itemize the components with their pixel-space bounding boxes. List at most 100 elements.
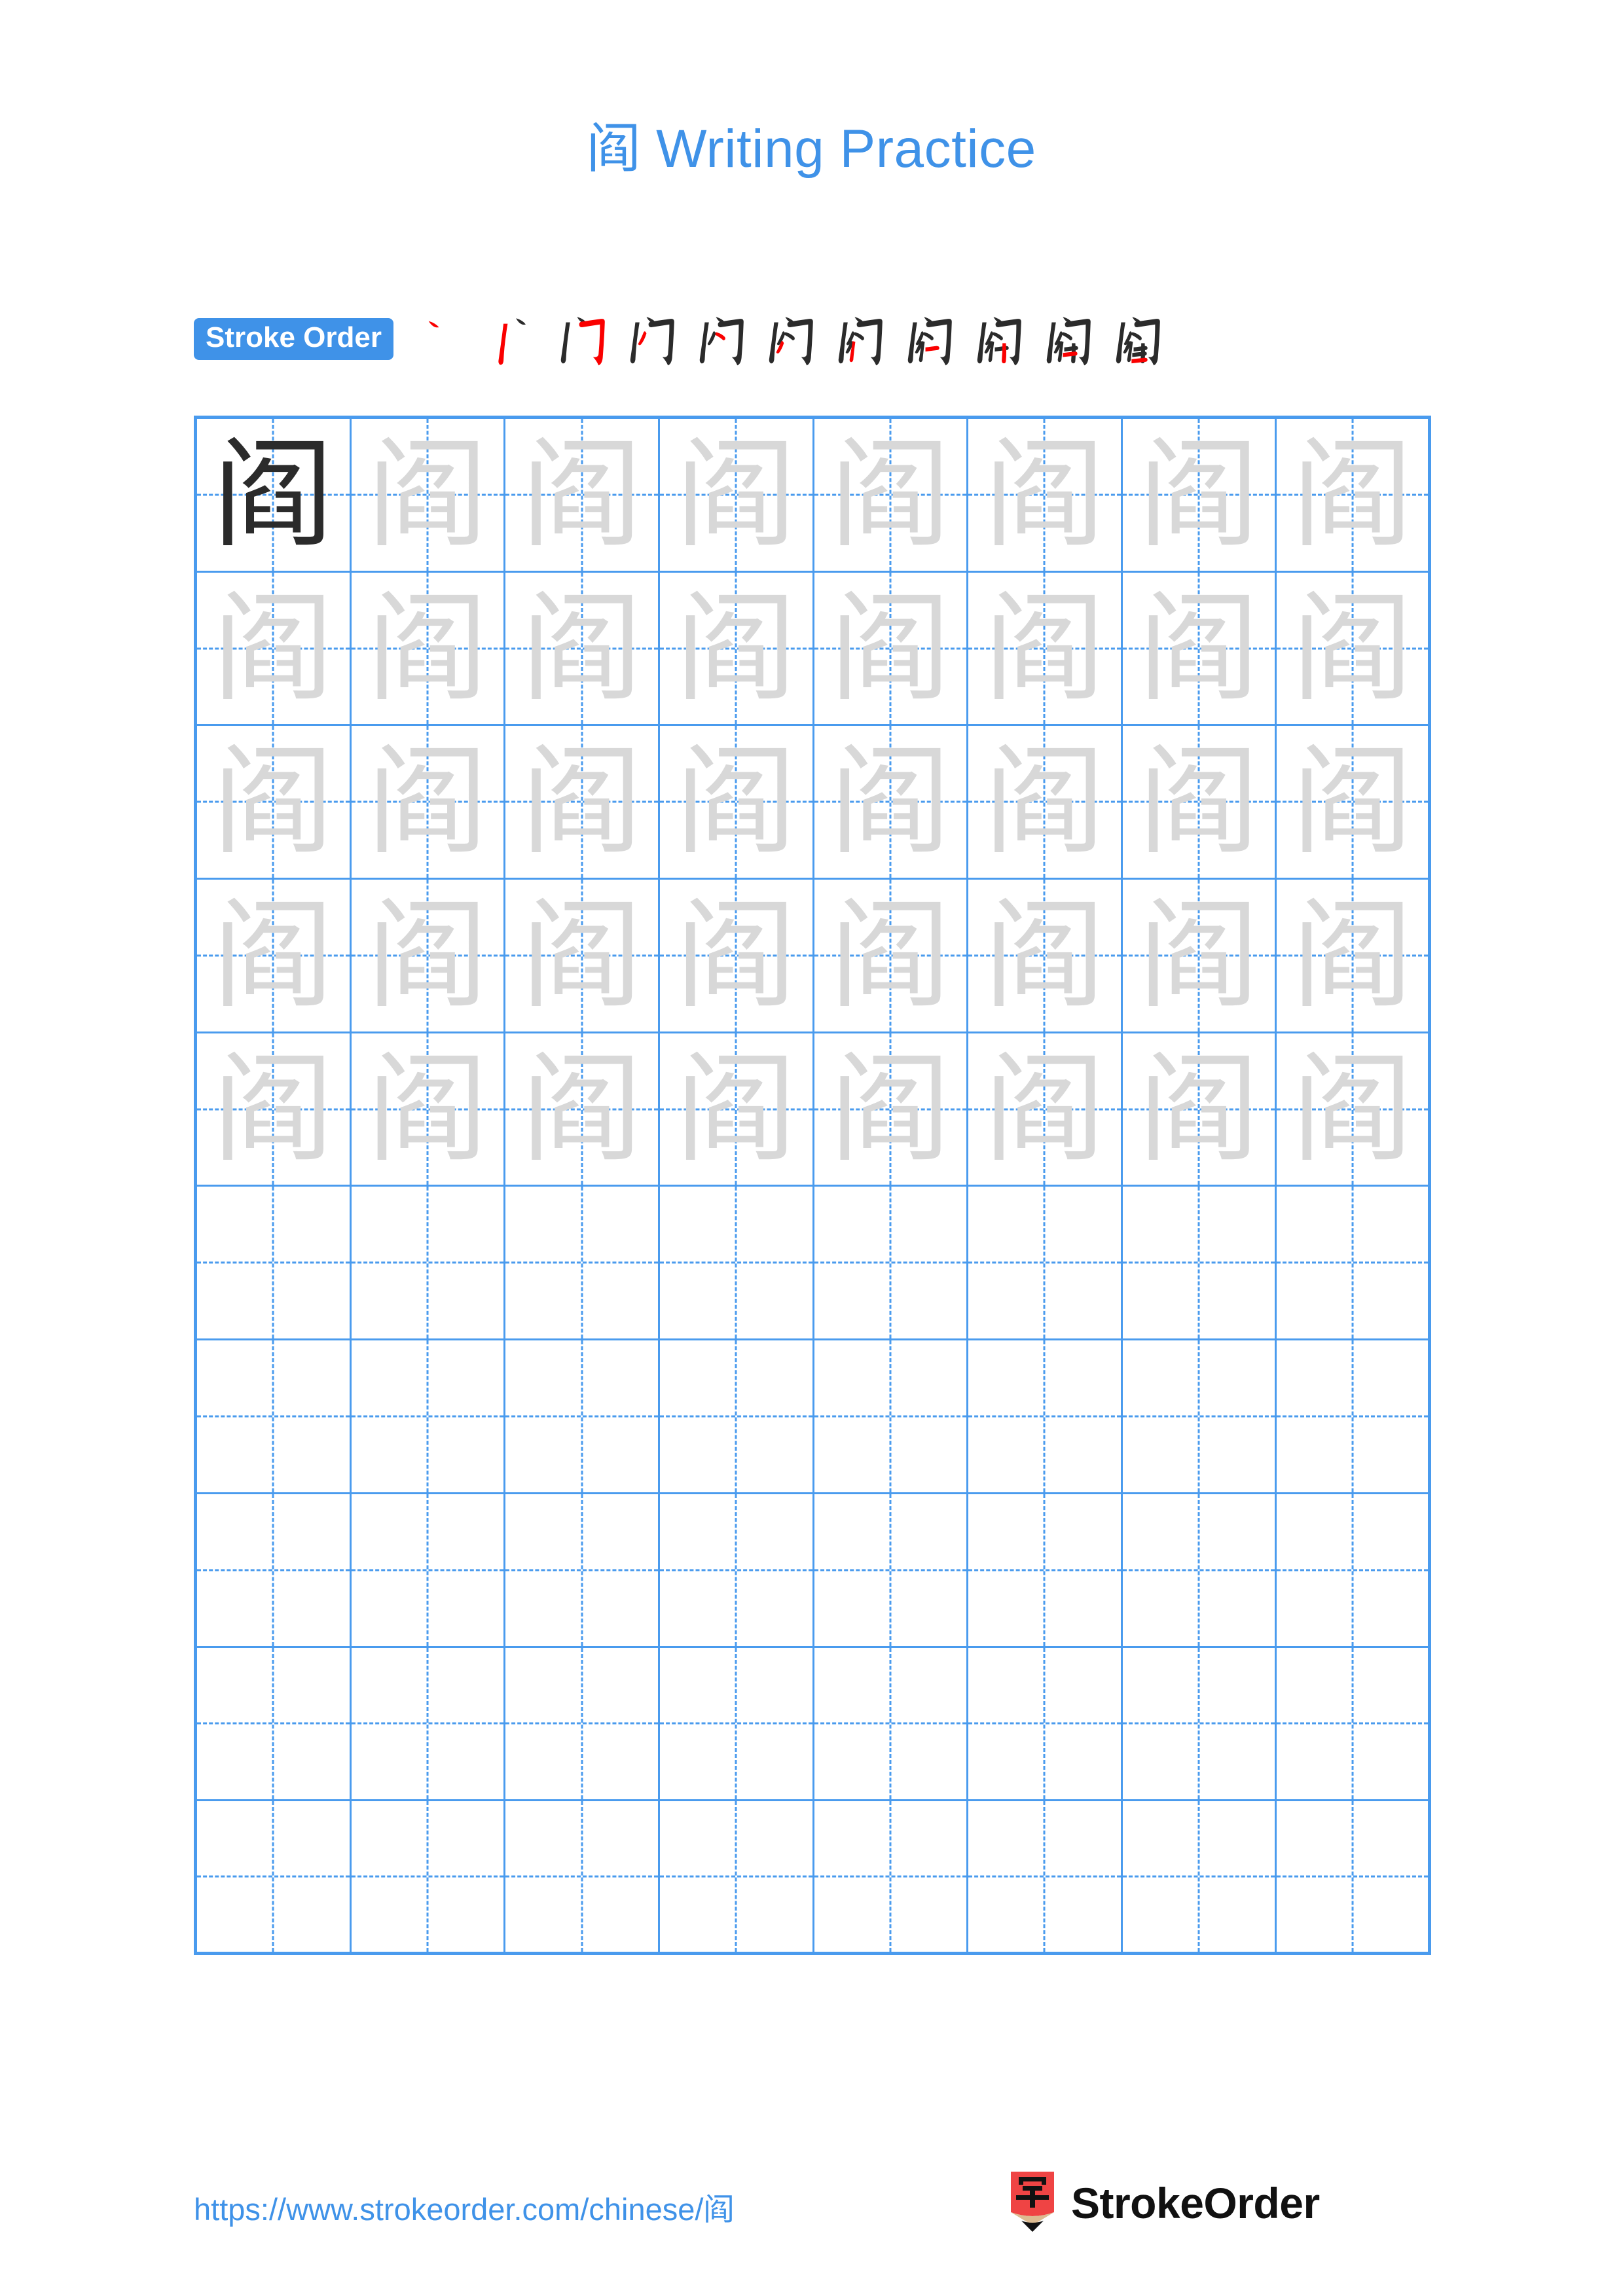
practice-cell-r3-c3[interactable]: 阎 [505,726,660,880]
practice-cell-r4-c1[interactable]: 阎 [197,880,352,1033]
practice-cell-r9-c6[interactable] [968,1647,1123,1802]
practice-cell-r6-c6[interactable] [968,1187,1123,1341]
practice-cell-r1-c1[interactable]: 阎 [197,419,352,573]
practice-cell-r6-c7[interactable] [1122,1187,1277,1341]
practice-cell-r1-c6[interactable]: 阎 [968,419,1123,573]
practice-cell-r3-c8[interactable]: 阎 [1277,726,1431,880]
practice-cell-r8-c1[interactable] [197,1494,352,1648]
practice-cell-r7-c8[interactable] [1277,1340,1431,1494]
practice-cell-r10-c8[interactable] [1277,1801,1431,1955]
practice-cell-r4-c8[interactable]: 阎 [1277,880,1431,1033]
practice-cell-r2-c5[interactable]: 阎 [814,572,969,726]
practice-cell-r5-c3[interactable]: 阎 [505,1033,660,1187]
practice-cell-r9-c4[interactable] [659,1647,814,1802]
practice-cell-r7-c4[interactable] [659,1340,814,1494]
practice-cell-r9-c1[interactable] [197,1647,352,1802]
page-title-suffix: Writing Practice [640,119,1036,179]
practice-cell-r10-c3[interactable] [505,1801,660,1955]
practice-cell-r6-c4[interactable] [659,1187,814,1341]
practice-cell-r1-c4[interactable]: 阎 [659,419,814,573]
practice-cell-r9-c7[interactable] [1122,1647,1277,1802]
practice-cell-r6-c1[interactable] [197,1187,352,1341]
trace-character: 阎 [830,1039,950,1179]
practice-cell-r4-c6[interactable]: 阎 [968,880,1123,1033]
practice-cell-r1-c7[interactable]: 阎 [1122,419,1277,573]
practice-cell-r4-c7[interactable]: 阎 [1122,880,1277,1033]
trace-character: 阎 [367,425,487,564]
stroke-step-7 [827,304,896,374]
practice-cell-r8-c7[interactable] [1122,1494,1277,1648]
practice-cell-r4-c2[interactable]: 阎 [351,880,506,1033]
trace-character: 阎 [213,579,333,718]
practice-cell-r5-c6[interactable]: 阎 [968,1033,1123,1187]
practice-cell-r9-c3[interactable] [505,1647,660,1802]
practice-cell-r1-c2[interactable]: 阎 [351,419,506,573]
practice-cell-r1-c8[interactable]: 阎 [1277,419,1431,573]
trace-character: 阎 [367,579,487,718]
practice-cell-r7-c7[interactable] [1122,1340,1277,1494]
practice-cell-r10-c4[interactable] [659,1801,814,1955]
practice-cell-r3-c1[interactable]: 阎 [197,726,352,880]
footer-url-character: 阎 [703,2192,735,2228]
practice-cell-r5-c4[interactable]: 阎 [659,1033,814,1187]
practice-cell-r4-c3[interactable]: 阎 [505,880,660,1033]
practice-cell-r10-c5[interactable] [814,1801,969,1955]
practice-cell-r9-c5[interactable] [814,1647,969,1802]
practice-cell-r1-c3[interactable]: 阎 [505,419,660,573]
practice-cell-r2-c1[interactable]: 阎 [197,572,352,726]
practice-cell-r10-c7[interactable] [1122,1801,1277,1955]
practice-cell-r6-c5[interactable] [814,1187,969,1341]
trace-character: 阎 [1139,886,1259,1025]
practice-cell-r9-c2[interactable] [351,1647,506,1802]
practice-cell-r2-c2[interactable]: 阎 [351,572,506,726]
practice-cell-r2-c8[interactable]: 阎 [1277,572,1431,726]
practice-cell-r10-c1[interactable] [197,1801,352,1955]
trace-character: 阎 [1292,886,1412,1025]
practice-cell-r5-c7[interactable]: 阎 [1122,1033,1277,1187]
practice-cell-r10-c6[interactable] [968,1801,1123,1955]
trace-character: 阎 [830,886,950,1025]
practice-cell-r9-c8[interactable] [1277,1647,1431,1802]
footer-url-prefix: https://www.strokeorder.com/chinese/ [194,2192,704,2227]
trace-character: 阎 [213,1039,333,1179]
practice-cell-r3-c2[interactable]: 阎 [351,726,506,880]
practice-cell-r3-c6[interactable]: 阎 [968,726,1123,880]
practice-cell-r5-c8[interactable]: 阎 [1277,1033,1431,1187]
practice-cell-r8-c3[interactable] [505,1494,660,1648]
practice-cell-r1-c5[interactable]: 阎 [814,419,969,573]
practice-cell-r5-c2[interactable]: 阎 [351,1033,506,1187]
practice-cell-r3-c4[interactable]: 阎 [659,726,814,880]
practice-cell-r7-c3[interactable] [505,1340,660,1494]
practice-cell-r7-c2[interactable] [351,1340,506,1494]
trace-character: 阎 [367,1039,487,1179]
brand-logo: StrokeOrder [1008,2172,1320,2234]
practice-cell-r8-c5[interactable] [814,1494,969,1648]
practice-cell-r7-c5[interactable] [814,1340,969,1494]
practice-cell-r5-c1[interactable]: 阎 [197,1033,352,1187]
practice-cell-r6-c2[interactable] [351,1187,506,1341]
trace-character: 阎 [1292,732,1412,872]
footer-url-link[interactable]: https://www.strokeorder.com/chinese/阎 [194,2184,734,2229]
stroke-order-steps [410,302,1431,376]
practice-cell-r7-c1[interactable] [197,1340,352,1494]
practice-cell-r8-c6[interactable] [968,1494,1123,1648]
practice-cell-r8-c2[interactable] [351,1494,506,1648]
practice-cell-r2-c7[interactable]: 阎 [1122,572,1277,726]
practice-cell-r2-c4[interactable]: 阎 [659,572,814,726]
practice-cell-r3-c5[interactable]: 阎 [814,726,969,880]
practice-cell-r4-c5[interactable]: 阎 [814,880,969,1033]
brand-name: StrokeOrder [1071,2179,1320,2227]
stroke-step-9 [966,304,1035,374]
practice-cell-r6-c3[interactable] [505,1187,660,1341]
practice-cell-r8-c8[interactable] [1277,1494,1431,1648]
practice-cell-r4-c4[interactable]: 阎 [659,880,814,1033]
practice-cell-r2-c3[interactable]: 阎 [505,572,660,726]
practice-cell-r2-c6[interactable]: 阎 [968,572,1123,726]
practice-cell-r5-c5[interactable]: 阎 [814,1033,969,1187]
practice-cell-r10-c2[interactable] [351,1801,506,1955]
practice-cell-r7-c6[interactable] [968,1340,1123,1494]
practice-cell-r6-c8[interactable] [1277,1187,1431,1341]
practice-cell-r8-c4[interactable] [659,1494,814,1648]
trace-character: 阎 [1139,732,1259,872]
practice-cell-r3-c7[interactable]: 阎 [1122,726,1277,880]
